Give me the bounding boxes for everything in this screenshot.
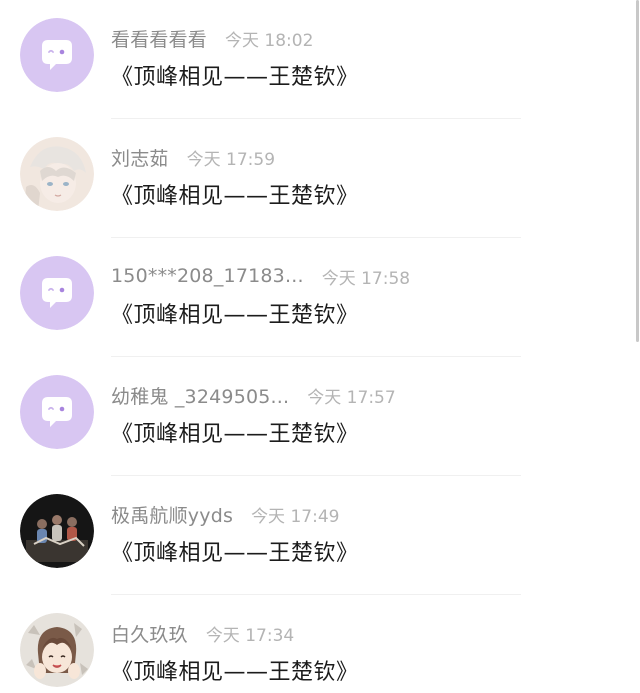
comment-text: 《顶峰相见——王楚钦》 [111, 65, 359, 90]
scrollbar[interactable] [636, 0, 639, 342]
timestamp: 今天 17:59 [186, 149, 276, 170]
timestamp: 今天 17:49 [251, 506, 340, 527]
comment-text: 《顶峰相见——王楚钦》 [111, 422, 359, 447]
username[interactable]: 刘志茹 [111, 144, 169, 171]
comment-item[interactable]: 白久玖玖 今天 17:34 《顶峰相见——王楚钦》 [0, 595, 640, 693]
username[interactable]: 极禹航顺yyds [111, 501, 233, 528]
comment-meta: 150***208_17183... 今天 17:58 [111, 264, 411, 289]
comment-text: 《顶峰相见——王楚钦》 [111, 541, 359, 566]
comment-item[interactable]: 150***208_17183... 今天 17:58 《顶峰相见——王楚钦》 [0, 238, 640, 357]
timestamp: 今天 17:58 [321, 268, 411, 289]
chat-bubble-icon [20, 256, 94, 330]
default-bubble-avatar[interactable] [20, 256, 94, 330]
anime-girl-icon [20, 613, 94, 687]
group-photo-avatar[interactable] [20, 494, 94, 568]
comment-text: 《顶峰相见——王楚钦》 [111, 184, 359, 209]
username[interactable]: 看看看看看 [111, 25, 207, 52]
username[interactable]: 白久玖玖 [111, 620, 188, 647]
comment-text: 《顶峰相见——王楚钦》 [111, 303, 359, 328]
anime-girl-avatar[interactable] [20, 613, 94, 687]
comment-list-page: 看看看看看 今天 18:02 《顶峰相见——王楚钦》 刘志茹 今天 17:59 … [0, 0, 640, 693]
username[interactable]: 幼稚鬼 _3249505... [111, 382, 289, 409]
group-photo-icon [20, 494, 94, 568]
comment-item[interactable]: 看看看看看 今天 18:02 《顶峰相见——王楚钦》 [0, 0, 640, 119]
username[interactable]: 150***208_17183... [111, 265, 304, 287]
comment-item[interactable]: 极禹航顺yyds 今天 17:49 《顶峰相见——王楚钦》 [0, 476, 640, 595]
anime-portrait-icon [20, 137, 94, 211]
default-bubble-avatar[interactable] [20, 375, 94, 449]
comment-item[interactable]: 刘志茹 今天 17:59 《顶峰相见——王楚钦》 [0, 119, 640, 238]
comment-meta: 看看看看看 今天 18:02 [111, 25, 314, 52]
comment-meta: 白久玖玖 今天 17:34 [111, 620, 295, 647]
anime-white-hair-avatar[interactable] [20, 137, 94, 211]
timestamp: 今天 17:57 [307, 387, 396, 408]
chat-bubble-icon [20, 375, 94, 449]
default-bubble-avatar[interactable] [20, 18, 94, 92]
comment-item[interactable]: 幼稚鬼 _3249505... 今天 17:57 《顶峰相见——王楚钦》 [0, 357, 640, 476]
comment-text: 《顶峰相见——王楚钦》 [111, 660, 359, 685]
comment-meta: 极禹航顺yyds 今天 17:49 [111, 501, 340, 528]
comment-meta: 幼稚鬼 _3249505... 今天 17:57 [111, 382, 396, 409]
timestamp: 今天 18:02 [225, 30, 314, 51]
timestamp: 今天 17:34 [205, 625, 295, 646]
chat-bubble-icon [20, 18, 94, 92]
comment-meta: 刘志茹 今天 17:59 [111, 144, 276, 171]
